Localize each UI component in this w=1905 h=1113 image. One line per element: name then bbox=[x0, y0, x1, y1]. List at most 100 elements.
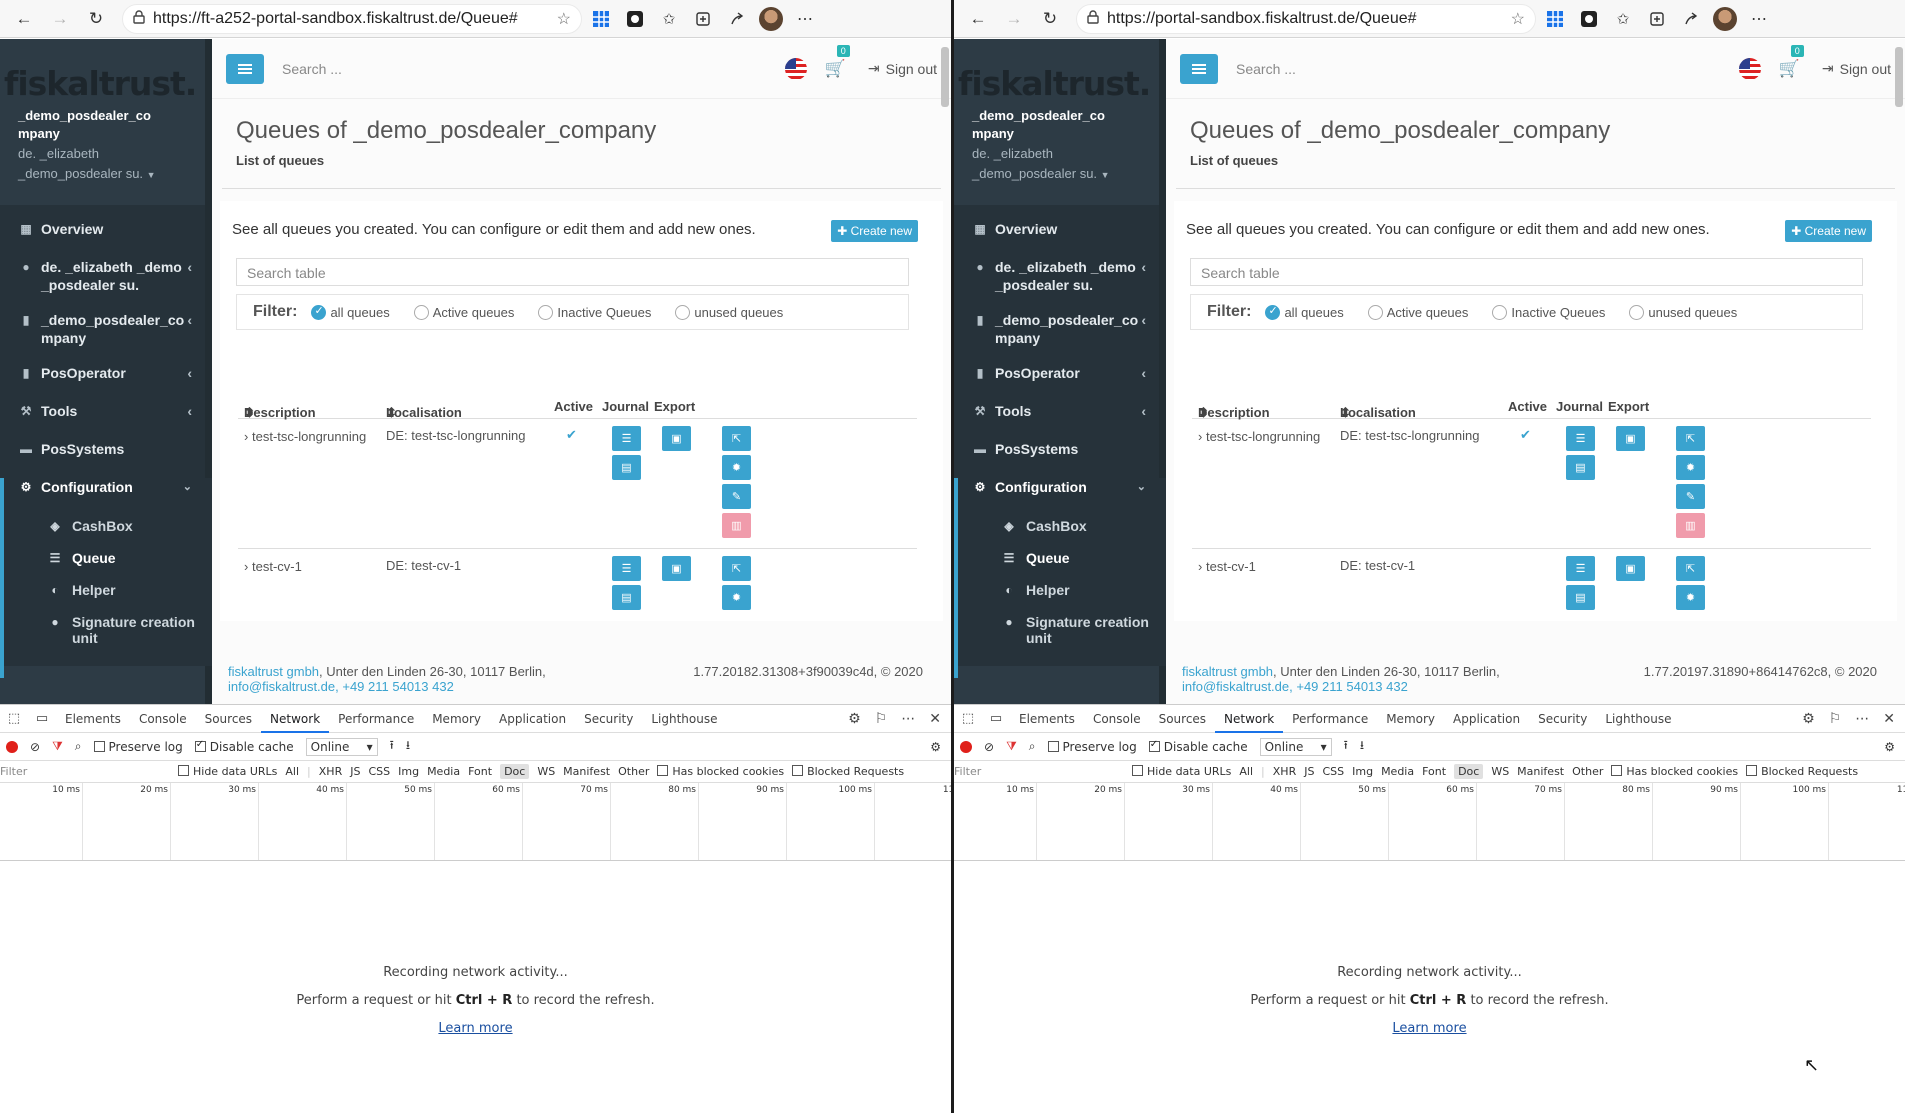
feedback-icon[interactable]: ⚐ bbox=[875, 711, 888, 727]
edit-button[interactable]: ✎ bbox=[1676, 484, 1705, 509]
brand-logo[interactable]: fiskaltrust. bbox=[0, 39, 212, 101]
search-table-input[interactable]: Search table bbox=[1190, 258, 1863, 286]
network-overview-timeline[interactable]: 10 ms 20 ms 30 ms 40 ms 50 ms 60 ms 70 ms 80 ms… bbox=[954, 783, 1905, 861]
profile-avatar[interactable] bbox=[1710, 5, 1740, 33]
sidebar-item-tools[interactable]: ⚒ Tools ‹ bbox=[954, 402, 1166, 440]
favorites-icon[interactable]: ✩ bbox=[654, 5, 684, 33]
forward-icon[interactable]: → bbox=[998, 5, 1030, 33]
sign-out-link[interactable]: ⇥ Sign out bbox=[868, 60, 937, 77]
sidebar-item-posoperator[interactable]: ▮ PosOperator ‹ bbox=[954, 364, 1166, 402]
export-file-button[interactable]: ▣ bbox=[1616, 556, 1645, 581]
network-settings-icon[interactable]: ⚙ bbox=[930, 740, 951, 754]
email-link[interactable]: info@fiskaltrust.de bbox=[228, 679, 335, 694]
filter-funnel-icon[interactable]: ⧩ bbox=[1006, 739, 1017, 754]
sidebar-subitem-queue[interactable]: ☰ Queue bbox=[0, 542, 212, 574]
user-dropdown[interactable]: _demo_posdealer su. ▼ bbox=[954, 163, 1166, 184]
expand-chevron-icon[interactable]: › bbox=[1198, 559, 1202, 574]
table-row[interactable]: › test-cv-1 DE: test-cv-1 ☰ ▤ ▣ ⇱ ✹ bbox=[238, 549, 917, 629]
open-external-button[interactable]: ⇱ bbox=[1676, 426, 1705, 451]
configure-button[interactable]: ✹ bbox=[722, 585, 751, 610]
journal-list-button[interactable]: ☰ bbox=[1566, 426, 1595, 451]
type-other[interactable]: Other bbox=[1572, 765, 1603, 778]
hide-data-urls-checkbox[interactable]: Hide data URLs bbox=[1132, 765, 1231, 778]
more-menu-icon[interactable]: ⋯ bbox=[1744, 5, 1774, 33]
clear-icon[interactable]: ⊘ bbox=[984, 740, 994, 754]
tab-elements[interactable]: Elements bbox=[1010, 705, 1084, 733]
type-media[interactable]: Media bbox=[427, 765, 460, 778]
sign-out-link[interactable]: ⇥ Sign out bbox=[1822, 60, 1891, 77]
filter-all-queues[interactable]: all queues bbox=[311, 304, 390, 320]
sidebar-subitem-signature-creation-unit[interactable]: ● Signature creation unit bbox=[954, 606, 1166, 666]
filter-active-queues[interactable]: Active queues bbox=[1367, 304, 1468, 320]
journal-list-button[interactable]: ☰ bbox=[612, 426, 641, 451]
type-ws[interactable]: WS bbox=[1491, 765, 1509, 778]
expand-chevron-icon[interactable]: › bbox=[1198, 429, 1202, 444]
search-icon[interactable]: ⌕ bbox=[1029, 739, 1036, 754]
phone-link[interactable]: , +49 211 54013 432 bbox=[335, 679, 454, 694]
filter-all-queues[interactable]: all queues bbox=[1265, 304, 1344, 320]
forward-icon[interactable]: → bbox=[44, 5, 76, 33]
type-other[interactable]: Other bbox=[618, 765, 649, 778]
grid-extension-icon[interactable] bbox=[586, 5, 616, 33]
devtools-more-icon[interactable]: ⋯ bbox=[1855, 711, 1869, 727]
journal-list-button[interactable]: ☰ bbox=[1566, 556, 1595, 581]
device-toolbar-icon[interactable]: ▭ bbox=[982, 711, 1010, 726]
company-link[interactable]: fiskaltrust gmbh bbox=[228, 664, 319, 679]
address-bar[interactable]: https://ft-a252-portal-sandbox.fiskaltru… bbox=[122, 3, 582, 34]
configure-button[interactable]: ✹ bbox=[1676, 585, 1705, 610]
email-link[interactable]: info@fiskaltrust.de bbox=[1182, 679, 1289, 694]
user-dropdown[interactable]: _demo_posdealer su. ▼ bbox=[0, 163, 212, 184]
configure-button[interactable]: ✹ bbox=[722, 455, 751, 480]
learn-more-link[interactable]: Learn more bbox=[1392, 1021, 1466, 1036]
tab-performance[interactable]: Performance bbox=[1283, 705, 1377, 733]
back-icon[interactable]: ← bbox=[962, 5, 994, 33]
type-doc[interactable]: Doc bbox=[500, 764, 530, 779]
open-external-button[interactable]: ⇱ bbox=[1676, 556, 1705, 581]
share-icon[interactable] bbox=[722, 5, 752, 33]
network-filter-input[interactable]: Filter bbox=[0, 765, 170, 778]
page-scrollbar-thumb[interactable] bbox=[941, 47, 949, 107]
url-text[interactable]: https://ft-a252-portal-sandbox.fiskaltru… bbox=[153, 10, 549, 28]
type-js[interactable]: JS bbox=[350, 765, 360, 778]
devtools-settings-icon[interactable]: ⚙ bbox=[1802, 711, 1815, 727]
inspect-element-icon[interactable]: ⬚ bbox=[954, 711, 982, 726]
journal-list-button[interactable]: ☰ bbox=[612, 556, 641, 581]
expand-chevron-icon[interactable]: › bbox=[244, 559, 248, 574]
import-har-icon[interactable]: ⭱ bbox=[390, 736, 394, 757]
type-js[interactable]: JS bbox=[1304, 765, 1314, 778]
us-flag-icon[interactable] bbox=[1738, 57, 1761, 80]
create-new-button[interactable]: ✚ Create new bbox=[831, 220, 918, 242]
tab-network[interactable]: Network bbox=[261, 705, 330, 733]
collections-icon[interactable] bbox=[688, 5, 718, 33]
tab-sources[interactable]: Sources bbox=[1150, 705, 1215, 733]
refresh-icon[interactable]: ↻ bbox=[1034, 5, 1066, 33]
throttling-select[interactable]: Online ▾ bbox=[305, 737, 378, 756]
sidebar-item-posoperator[interactable]: ▮ PosOperator ‹ bbox=[0, 364, 212, 402]
favorite-star-icon[interactable]: ☆ bbox=[557, 9, 571, 29]
has-blocked-cookies-checkbox[interactable]: Has blocked cookies bbox=[657, 765, 784, 778]
collections-icon[interactable] bbox=[1642, 5, 1672, 33]
hide-data-urls-checkbox[interactable]: Hide data URLs bbox=[178, 765, 277, 778]
search-icon[interactable]: ⌕ bbox=[75, 739, 82, 754]
sidebar-item-company[interactable]: ▮ _demo_posdealer_company ‹ bbox=[954, 311, 1166, 364]
inspect-element-icon[interactable]: ⬚ bbox=[0, 711, 28, 726]
sidebar-item-user[interactable]: ● de. _elizabeth _demo_posdealer su. ‹ bbox=[0, 258, 212, 311]
more-menu-icon[interactable]: ⋯ bbox=[790, 5, 820, 33]
type-css[interactable]: CSS bbox=[1322, 765, 1344, 778]
favorites-icon[interactable]: ✩ bbox=[1608, 5, 1638, 33]
cart-button[interactable]: 🛒 0 bbox=[825, 44, 850, 79]
sidebar-item-overview[interactable]: ▦ Overview bbox=[954, 220, 1166, 258]
export-file-button[interactable]: ▣ bbox=[662, 426, 691, 451]
tab-lighthouse[interactable]: Lighthouse bbox=[1596, 705, 1680, 733]
learn-more-link[interactable]: Learn more bbox=[438, 1021, 512, 1036]
type-font[interactable]: Font bbox=[468, 765, 492, 778]
table-row[interactable]: › test-tsc-longrunning DE: test-tsc-long… bbox=[1192, 419, 1871, 549]
sidebar-item-tools[interactable]: ⚒ Tools ‹ bbox=[0, 402, 212, 440]
sidebar-subitem-signature-creation-unit[interactable]: ● Signature creation unit bbox=[0, 606, 212, 666]
filter-unused-queues[interactable]: unused queues bbox=[675, 304, 783, 320]
blocked-requests-checkbox[interactable]: Blocked Requests bbox=[792, 765, 904, 778]
global-search-input[interactable]: Search ... bbox=[1236, 61, 1739, 77]
filter-funnel-icon[interactable]: ⧩ bbox=[52, 739, 63, 754]
sidebar-subitem-helper[interactable]: ◐ Helper bbox=[0, 574, 212, 606]
devtools-settings-icon[interactable]: ⚙ bbox=[848, 711, 861, 727]
